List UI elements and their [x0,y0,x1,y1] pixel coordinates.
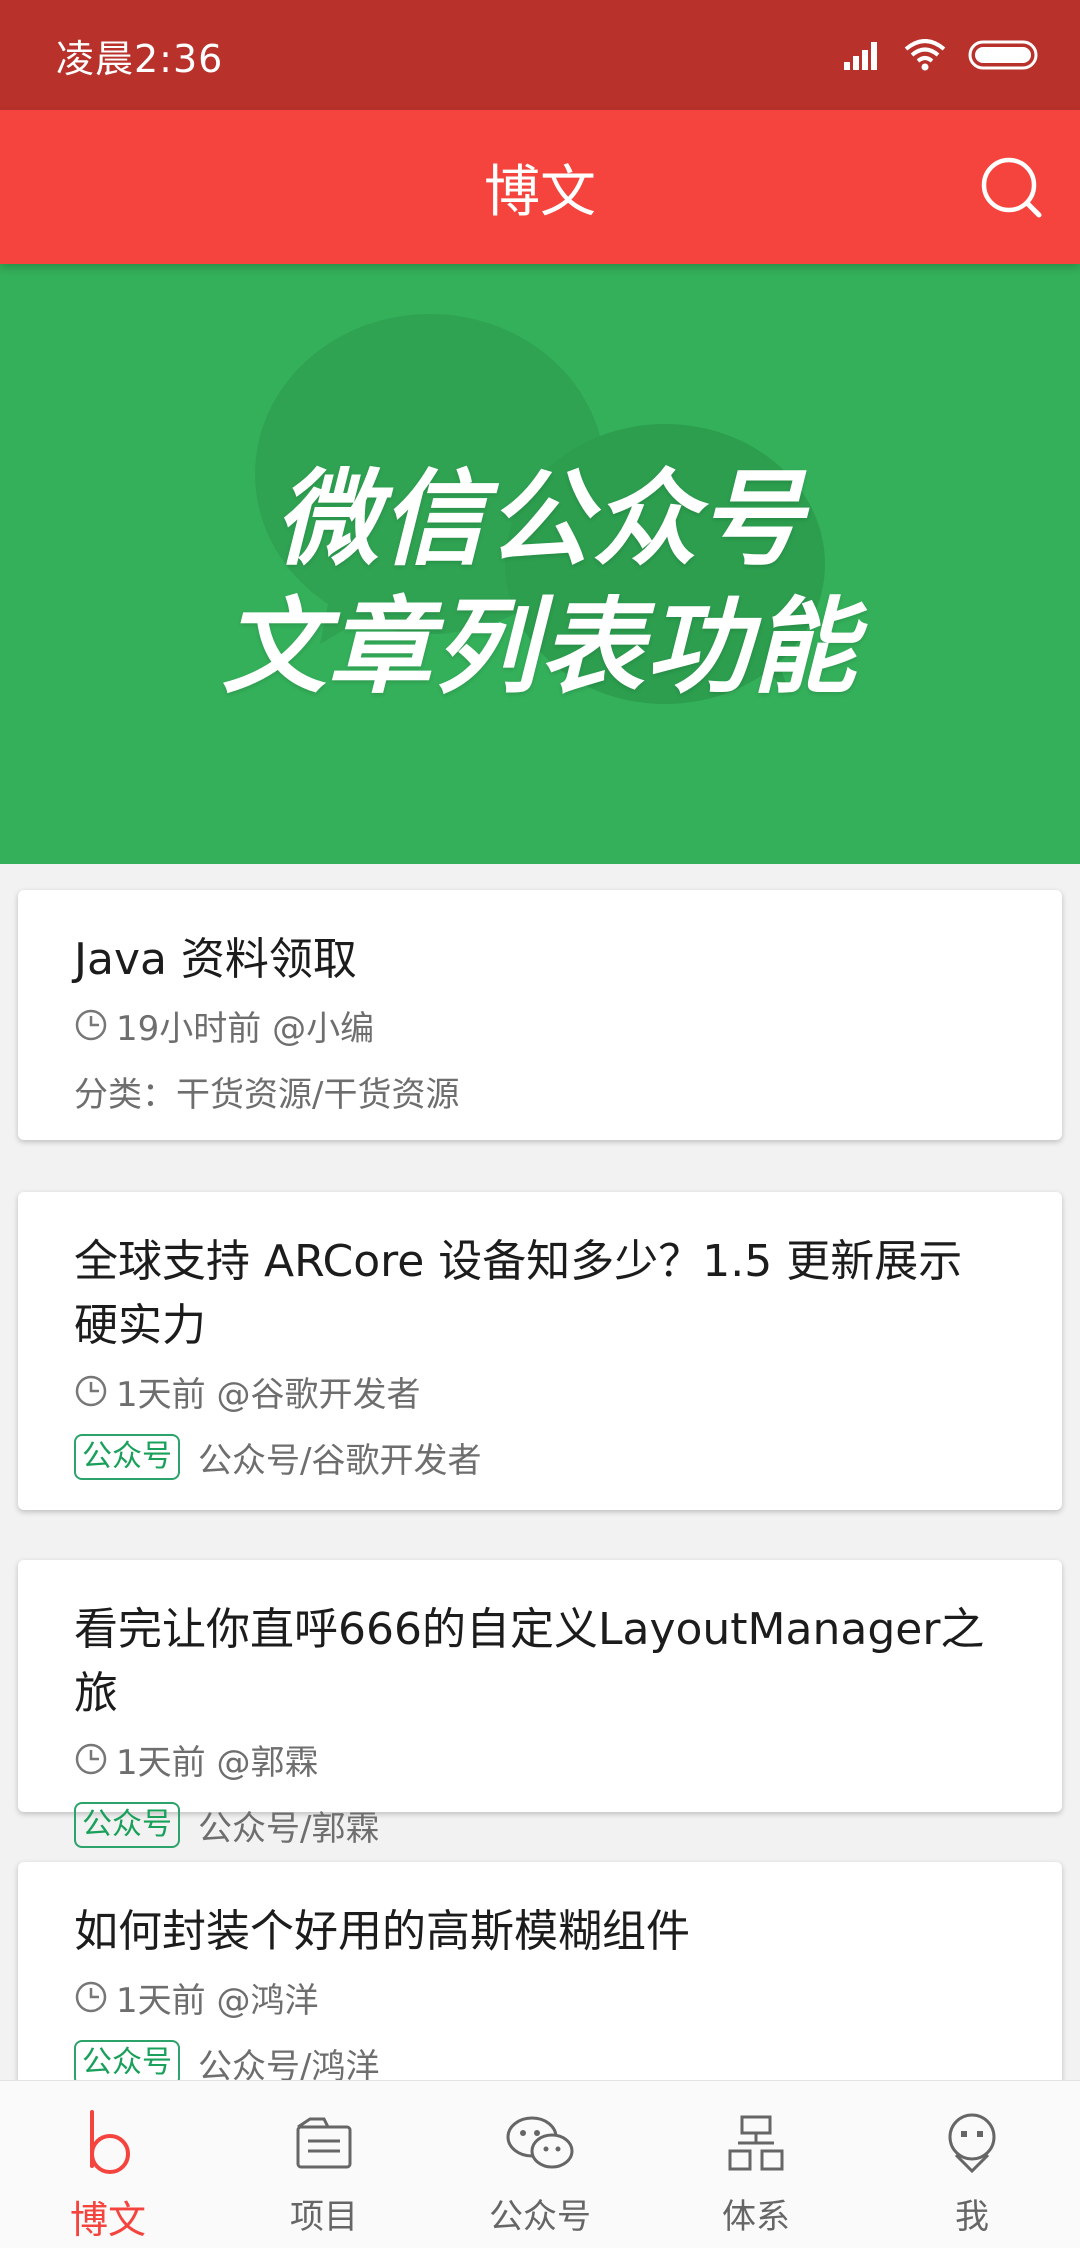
clock-icon [75,1009,107,1041]
article-category: 公众号/郭霖 [198,1808,380,1849]
article-author: @郭霖 [216,1742,319,1783]
battery-icon [968,40,1038,70]
article-time: 19小时前 [116,1008,262,1049]
article-title: Java 资料领取 [74,934,357,985]
status-bar: 凌晨2:36 [0,0,1080,110]
nav-label: 项目 [290,2197,358,2237]
search-button[interactable] [976,152,1046,222]
status-icons [844,39,1040,71]
bottom-navigation: 博文 项目 公众号 体系 我 [0,2080,1080,2248]
profile-icon [932,2103,1012,2183]
nav-item-profile[interactable]: 我 [864,2081,1080,2248]
article-title: 看完让你直呼666的自定义LayoutManager之旅 [74,1604,985,1719]
article-author: @鸿洋 [216,1980,319,2021]
article-meta: 1天前 @谷歌开发者 [74,1358,1006,1424]
app-bar: 博文 [0,110,1080,264]
category-prefix: 分类： [74,1074,176,1115]
article-time: 1天前 [116,1742,206,1783]
article-category-row: 公众号 公众号/郭霖 [74,1792,1006,1858]
clock-icon [75,1375,107,1407]
search-icon [981,157,1042,218]
article-author: @小编 [272,1008,375,1049]
nav-item-hierarchy[interactable]: 体系 [648,2081,864,2248]
page-title: 博文 [484,159,596,225]
article-author: @谷歌开发者 [216,1374,421,1415]
wechat-icon [500,2103,580,2183]
nav-item-wechat[interactable]: 公众号 [432,2081,648,2248]
banner-title-line2: 文章列表功能 [221,586,858,708]
article-card-2[interactable]: 全球支持 ARCore 设备知多少？1.5 更新展示硬实力 1天前 @谷歌开发者… [18,1192,1062,1510]
article-time: 1天前 [116,1374,206,1415]
article-category: 公众号/谷歌开发者 [198,1440,482,1481]
status-time: 凌晨2:36 [56,36,224,81]
clock-icon [75,1743,107,1775]
article-meta: 1天前 @郭霖 [74,1726,1006,1792]
nav-label: 公众号 [489,2197,591,2237]
signal-icon [844,42,877,70]
nav-label: 我 [955,2197,989,2237]
article-card-1[interactable]: Java 资料领取 19小时前 @小编 分类： 干货资源/干货资源 [18,890,1062,1140]
clock-icon [75,1981,107,2013]
nav-item-project[interactable]: 项目 [216,2081,432,2248]
banner[interactable]: 微信公众号 文章列表功能 [0,264,1080,864]
screen: 凌晨2:36 博文 微信公众号 文章列表功能 Java 资料领取 19小时前 @… [0,0,1080,2248]
tag-badge[interactable]: 公众号 [74,1802,180,1848]
nav-label: 体系 [722,2197,790,2237]
article-title: 如何封装个好用的高斯模糊组件 [74,1906,690,1957]
article-category-row: 公众号 公众号/谷歌开发者 [74,1424,1006,1490]
hierarchy-icon [716,2103,796,2183]
article-category-row: 分类： 干货资源/干货资源 [74,1058,1006,1124]
article-title: 全球支持 ARCore 设备知多少？1.5 更新展示硬实力 [74,1236,963,1351]
project-icon [284,2103,364,2183]
article-card-4[interactable]: 如何封装个好用的高斯模糊组件 1天前 @鸿洋 公众号 公众号/鸿洋 [18,1862,1062,2114]
article-meta: 19小时前 @小编 [74,992,1006,1058]
article-card-3[interactable]: 看完让你直呼666的自定义LayoutManager之旅 1天前 @郭霖 公众号… [18,1560,1062,1849]
nav-label: 博文 [69,2198,146,2242]
article-meta: 1天前 @鸿洋 [74,1964,1006,2030]
tag-badge[interactable]: 公众号 [74,1434,180,1480]
article-category: 干货资源/干货资源 [176,1074,460,1115]
wifi-icon [904,39,946,71]
article-time: 1天前 [116,1980,206,2021]
nav-item-blog[interactable]: 博文 [0,2081,216,2248]
blog-icon [68,2103,148,2183]
